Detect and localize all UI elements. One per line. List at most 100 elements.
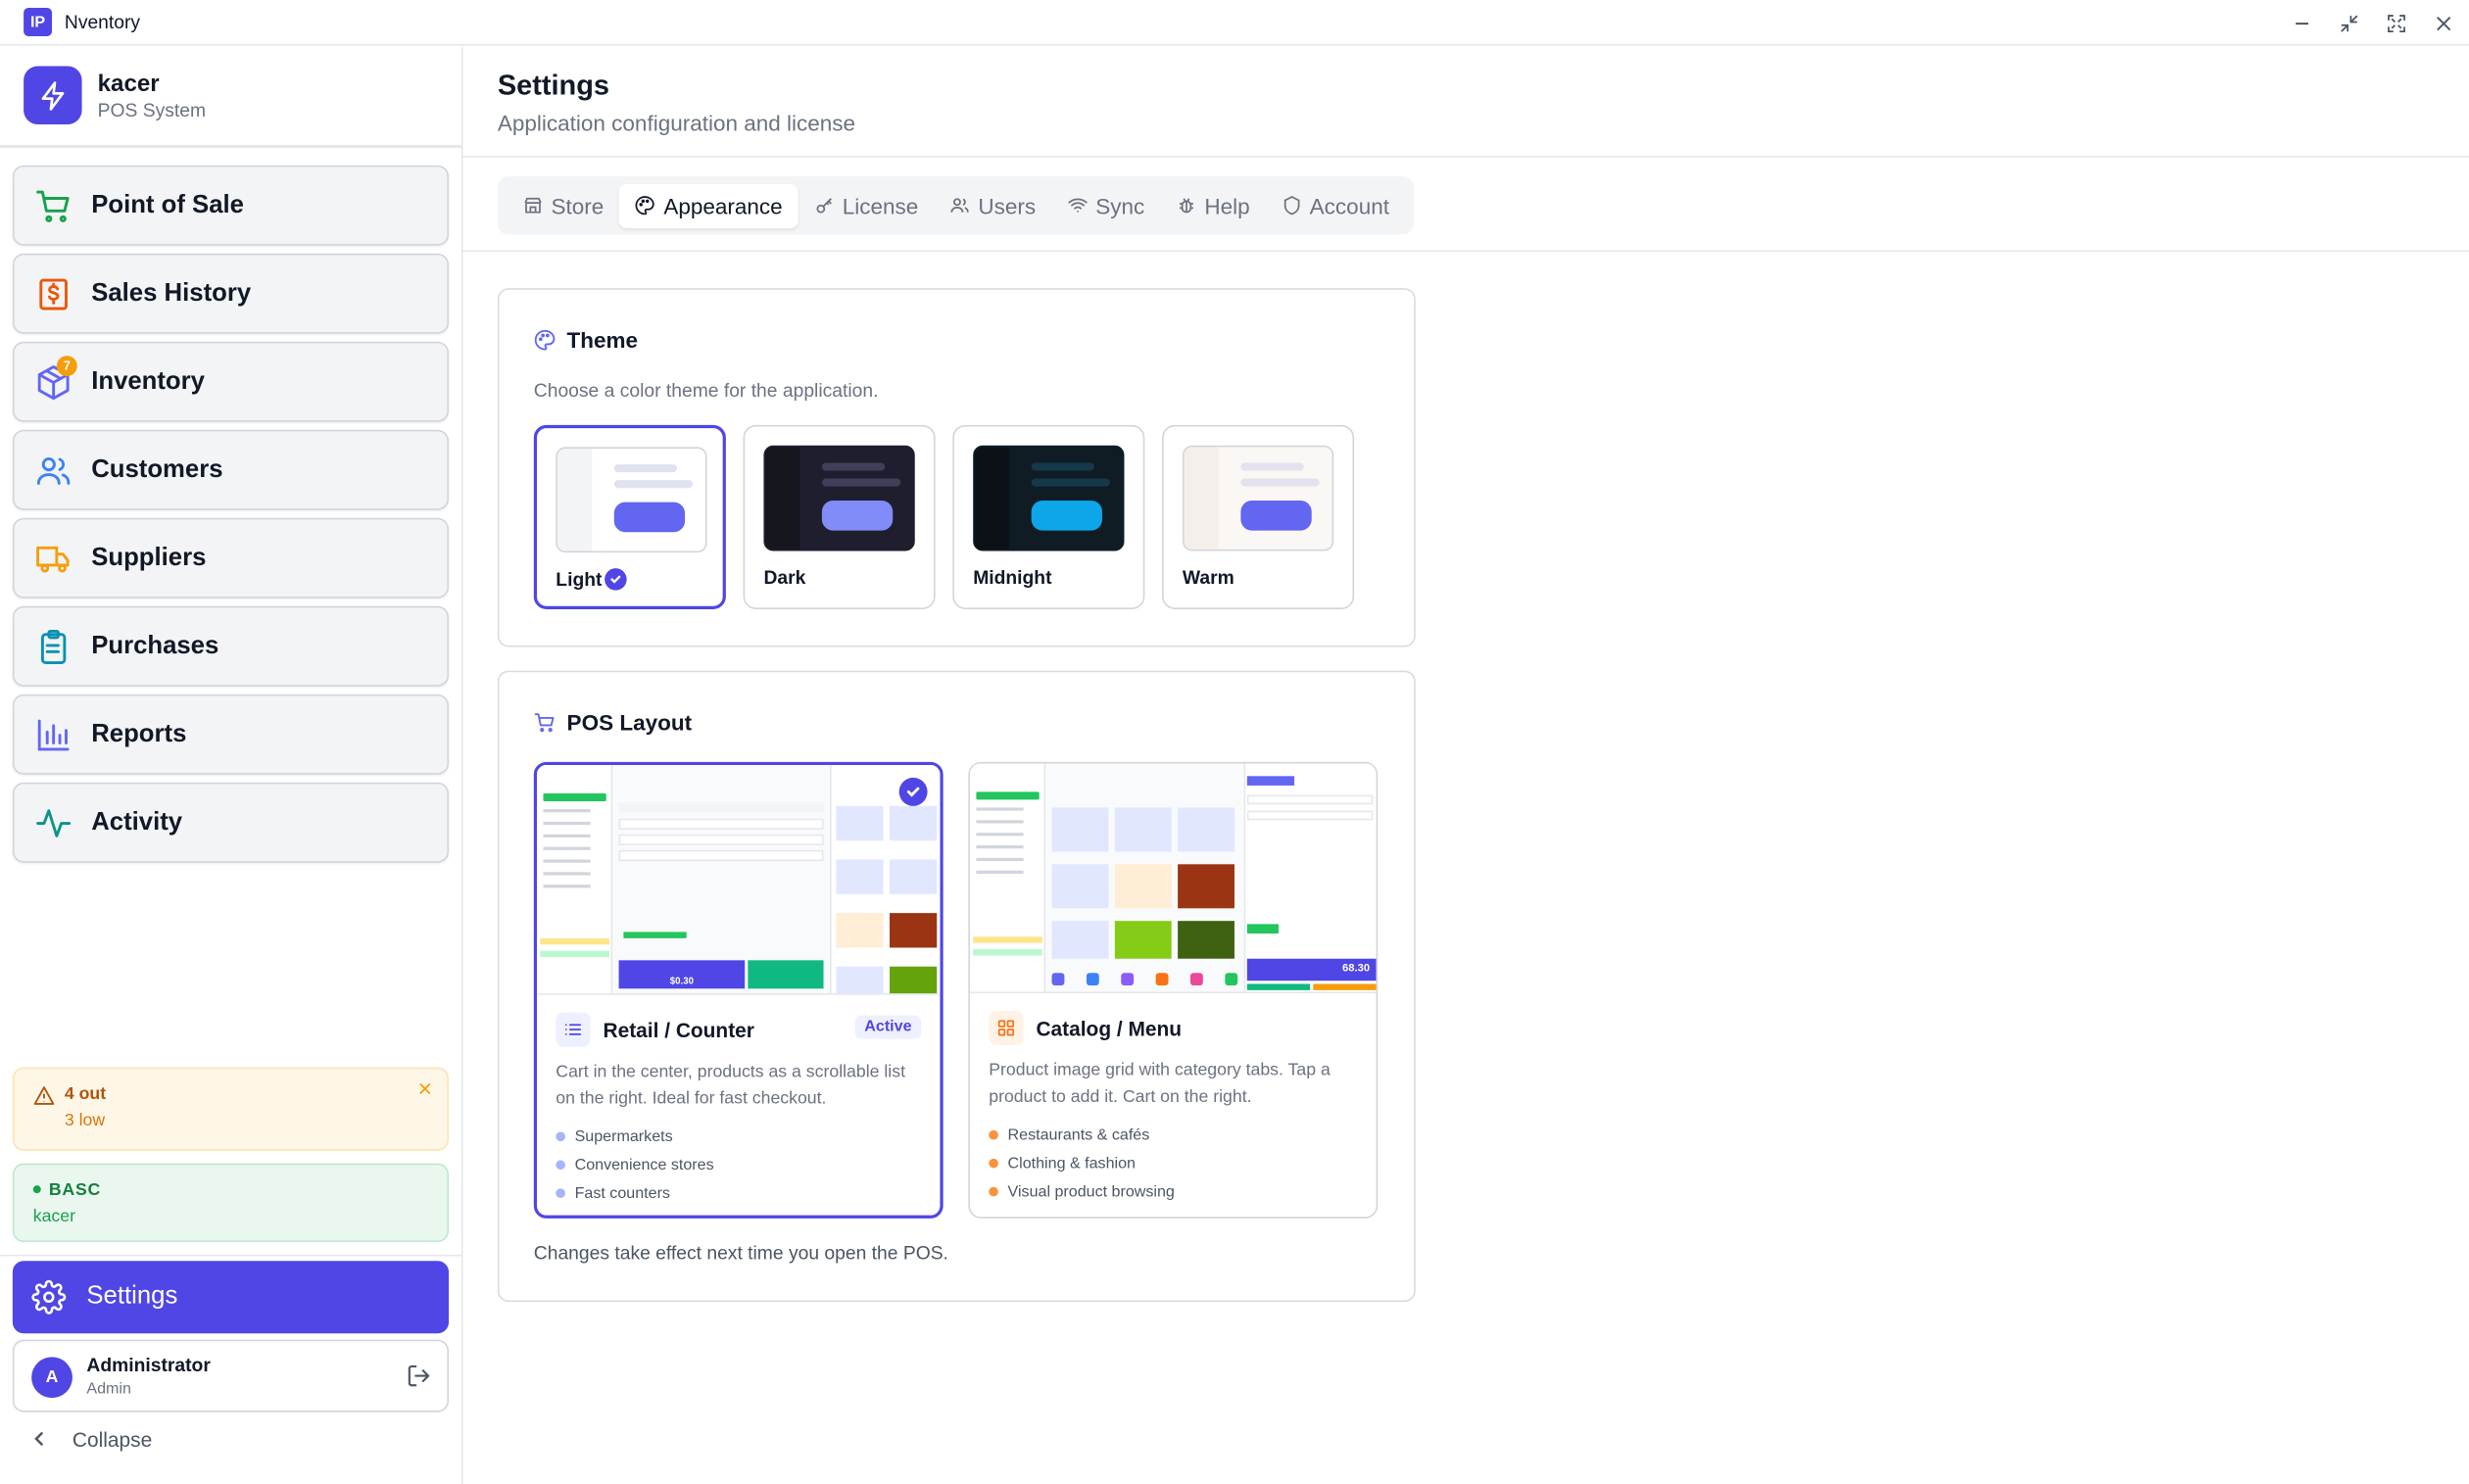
sidebar-item-settings[interactable]: Settings [12, 1261, 450, 1334]
bar-chart-icon [34, 715, 73, 753]
minimize-icon[interactable] [2290, 10, 2315, 35]
restore-icon[interactable] [2337, 10, 2362, 35]
gear-icon [30, 1278, 69, 1316]
logout-icon[interactable] [407, 1364, 432, 1397]
check-icon [898, 777, 928, 806]
list-item: Visual product browsing [989, 1177, 1175, 1206]
pos-layout-card-title: POS Layout [534, 710, 692, 736]
sidebar-item-activity[interactable]: Activity [12, 782, 450, 863]
tab-store[interactable]: Store [507, 183, 619, 227]
collapse-label: Collapse [72, 1427, 153, 1452]
theme-option-label: Midnight [973, 566, 1052, 590]
maximize-icon[interactable] [2384, 10, 2409, 35]
receipt-dollar-icon [34, 274, 73, 312]
key-icon [814, 195, 835, 215]
grid-icon [989, 1010, 1024, 1046]
sidebar-item-inventory[interactable]: 7 Inventory [12, 341, 450, 422]
settings-label: Settings [86, 1282, 178, 1311]
list-item: Restaurants & cafés [989, 1121, 1175, 1149]
status-badge: Active [854, 1015, 922, 1039]
list-item: Clothing & fashion [989, 1149, 1175, 1177]
sidebar-item-sales-history[interactable]: Sales History [12, 253, 450, 334]
title-bar: IP Nventory [0, 0, 2469, 46]
sidebar-item-label: Purchases [91, 632, 219, 659]
list-item: Fast counters [556, 1179, 713, 1208]
theme-option-name: Light [556, 568, 628, 591]
bullet-label: Clothing & fashion [1007, 1154, 1136, 1173]
sidebar-item-label: Activity [91, 808, 183, 836]
tab-account[interactable]: Account [1266, 183, 1405, 227]
sidebar-item-reports[interactable]: Reports [12, 694, 450, 775]
stock-alert[interactable]: 4 out 3 low ✕ [12, 1067, 450, 1151]
layout-option-catalog[interactable]: 68.30 Catalog / Menu Product image grid … [968, 761, 1379, 1219]
sidebar-item-label: Customers [91, 455, 223, 483]
check-icon [605, 568, 628, 591]
divider [0, 1254, 461, 1257]
divider [0, 144, 461, 149]
tab-label: Store [551, 192, 605, 218]
theme-option-label: Dark [763, 566, 806, 590]
tab-label: Users [978, 192, 1037, 218]
pos-layout-card: POS Layout $0.30 Retail / Counter Active… [497, 670, 1416, 1303]
window-title: Nventory [64, 11, 141, 33]
theme-title: Theme [566, 327, 639, 353]
layout-option-retail[interactable]: $0.30 Retail / Counter Active Cart in th… [533, 761, 944, 1219]
page-title: Settings [497, 69, 609, 101]
tab-users[interactable]: Users [934, 183, 1051, 227]
warning-icon [33, 1084, 55, 1115]
status-dot [32, 1184, 41, 1193]
tab-help[interactable]: Help [1160, 183, 1265, 227]
theme-option-midnight[interactable]: Midnight [952, 424, 1145, 609]
plan-label: BASC [48, 1180, 102, 1200]
close-icon[interactable] [2431, 10, 2456, 35]
sidebar-item-purchases[interactable]: Purchases [12, 605, 450, 687]
theme-card: Theme Choose a color theme for the appli… [497, 288, 1416, 647]
preview-total-catalog: 68.30 [1342, 963, 1371, 975]
theme-option-label: Light [556, 568, 603, 591]
sidebar-item-point-of-sale[interactable]: Point of Sale [12, 165, 450, 246]
theme-preview [1182, 445, 1334, 551]
box-icon: 7 [34, 355, 77, 401]
brand-subtitle: POS System [97, 98, 207, 120]
cart-icon [34, 186, 73, 224]
bullet-label: Fast counters [574, 1184, 670, 1203]
bullet-label: Visual product browsing [1007, 1182, 1175, 1201]
layout-preview-retail: $0.30 [537, 765, 941, 995]
theme-option-dark[interactable]: Dark [743, 424, 936, 609]
plan-card: BASC kacer [12, 1163, 450, 1243]
palette-icon [534, 329, 556, 351]
theme-preview [763, 445, 915, 551]
tab-license[interactable]: License [799, 183, 935, 227]
tab-label: Appearance [663, 192, 783, 218]
tab-sync[interactable]: Sync [1051, 183, 1160, 227]
close-icon[interactable]: ✕ [417, 1078, 433, 1100]
truck-icon [34, 539, 73, 577]
user-card[interactable]: A Administrator Admin [12, 1339, 450, 1412]
divider [462, 156, 2469, 158]
users-icon [34, 451, 73, 489]
tab-label: License [842, 192, 919, 218]
activity-icon [34, 803, 73, 841]
sidebar-item-suppliers[interactable]: Suppliers [12, 517, 450, 598]
sidebar-item-label: Suppliers [91, 544, 207, 571]
bullet-label: Restaurants & cafés [1007, 1125, 1150, 1144]
bullet-label: Convenience stores [574, 1156, 714, 1174]
app-icon: IP [24, 8, 53, 36]
sidebar-item-customers[interactable]: Customers [12, 429, 450, 510]
list-item: Supermarkets [556, 1123, 713, 1151]
bug-icon [1176, 195, 1196, 215]
low-stock-count: 3 low [64, 1111, 106, 1130]
collapse-button[interactable]: Collapse [31, 1428, 152, 1452]
brand-name: kacer [97, 70, 160, 97]
theme-option-light[interactable]: Light [533, 424, 726, 609]
cart-icon [534, 711, 556, 733]
pos-layout-footer: Changes take effect next time you open t… [533, 1242, 948, 1265]
sidebar-item-label: Point of Sale [91, 191, 244, 218]
list-icon [556, 1012, 591, 1047]
page-subtitle: Application configuration and license [497, 110, 856, 136]
sidebar-item-label: Inventory [91, 367, 205, 395]
tab-appearance[interactable]: Appearance [619, 183, 799, 228]
list-item: Convenience stores [556, 1151, 714, 1179]
layout-preview-catalog: 68.30 [969, 763, 1377, 994]
theme-option-warm[interactable]: Warm [1162, 424, 1355, 609]
